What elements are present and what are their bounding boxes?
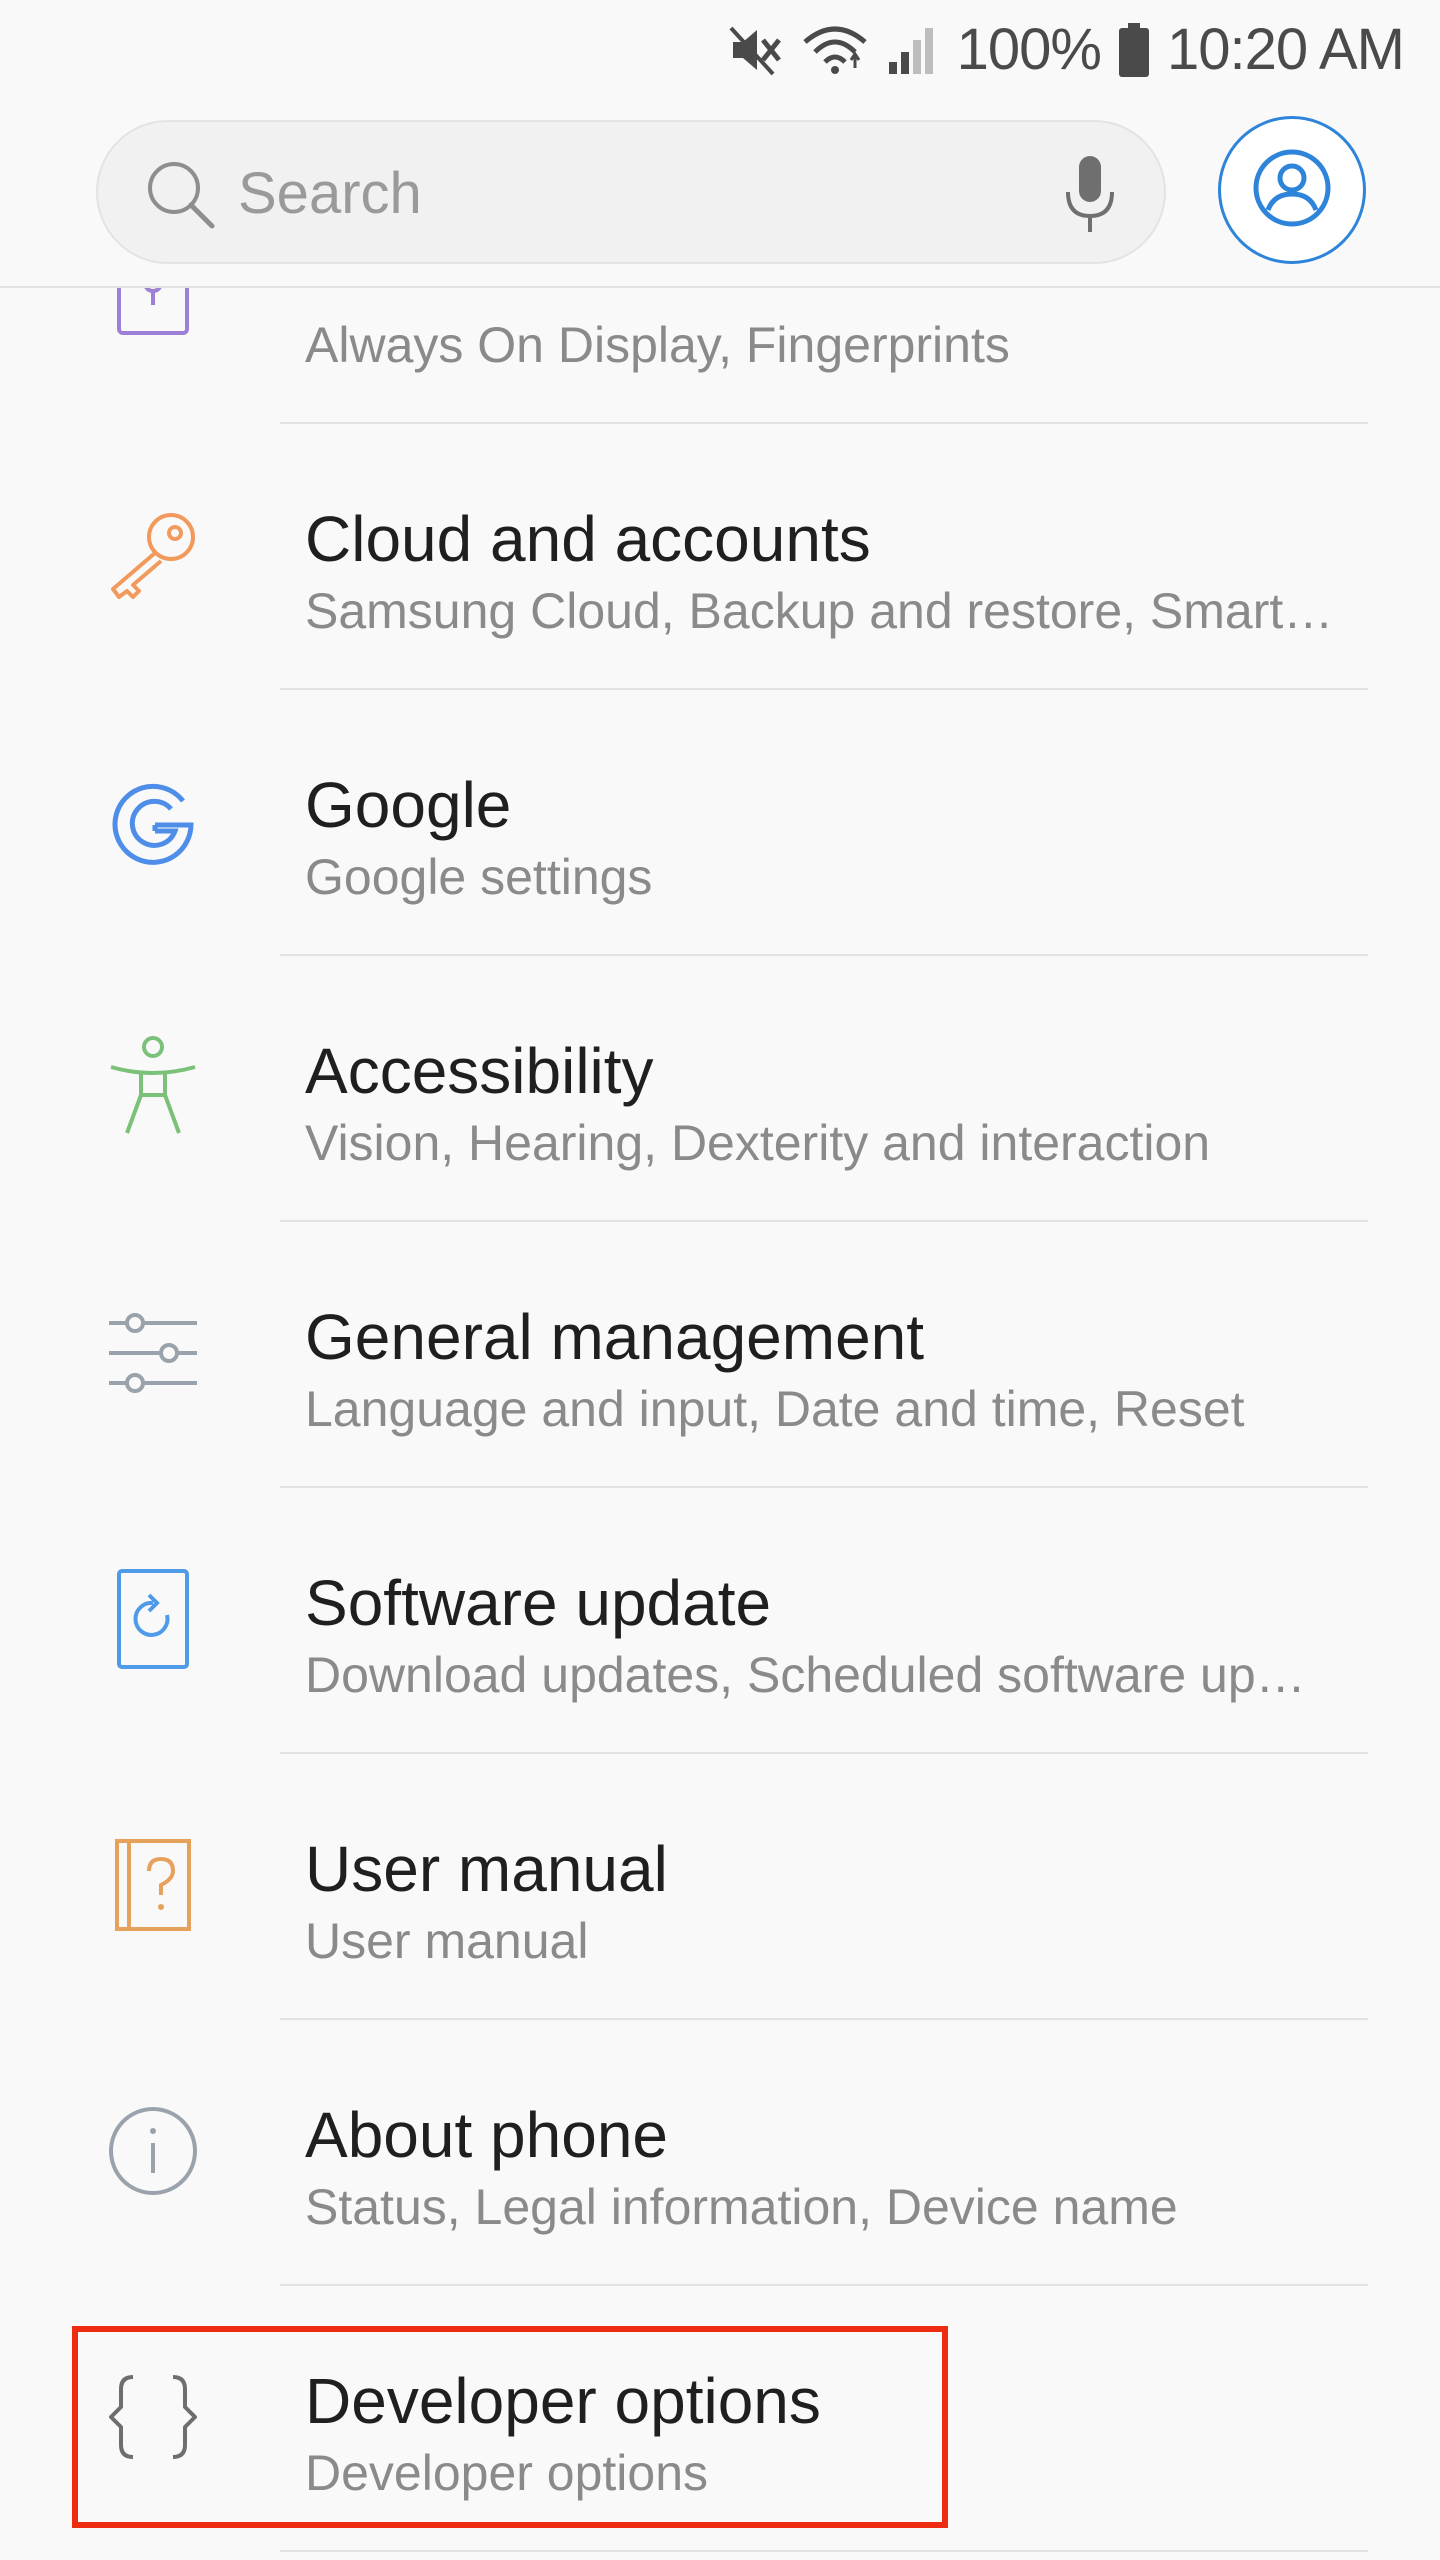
settings-item-title: Developer options	[305, 2365, 821, 2437]
accessibility-person-icon	[100, 1034, 206, 1140]
settings-item-subtitle: Google settings	[305, 849, 653, 905]
settings-item-subtitle: User manual	[305, 1913, 589, 1969]
key-icon	[100, 502, 206, 608]
profile-button[interactable]	[1218, 116, 1366, 264]
settings-item-subtitle: Always On Display, Fingerprints	[305, 317, 1010, 373]
battery-percent: 100%	[956, 17, 1102, 82]
software-update-icon	[100, 1566, 206, 1672]
sliders-icon	[100, 1300, 206, 1406]
settings-item-subtitle: Language and input, Date and time, Reset	[305, 1381, 1245, 1437]
search-input[interactable]	[236, 122, 1020, 264]
divider	[280, 2550, 1368, 2552]
settings-item-cloud-and-accounts[interactable]: Cloud and accounts Samsung Cloud, Backup…	[0, 424, 1440, 690]
settings-item-title: Google	[305, 769, 512, 841]
settings-item-title: About phone	[305, 2099, 668, 2171]
settings-list: Always On Display, Fingerprints Cloud an…	[0, 288, 1440, 2560]
google-g-icon	[100, 768, 206, 874]
settings-item-subtitle: Download updates, Scheduled software up…	[305, 1647, 1306, 1703]
search-header	[0, 100, 1440, 288]
settings-item-google[interactable]: Google Google settings	[0, 690, 1440, 956]
settings-item-accessibility[interactable]: Accessibility Vision, Hearing, Dexterity…	[0, 956, 1440, 1222]
settings-item-title: Cloud and accounts	[305, 503, 871, 575]
settings-item-title: Software update	[305, 1567, 772, 1639]
settings-item-user-manual[interactable]: User manual User manual	[0, 1754, 1440, 2020]
search-bar[interactable]	[96, 120, 1166, 264]
curly-braces-icon	[100, 2364, 206, 2470]
clock: 10:20 AM	[1166, 17, 1405, 82]
settings-item-general-management[interactable]: General management Language and input, D…	[0, 1222, 1440, 1488]
settings-item-subtitle: Developer options	[305, 2445, 709, 2501]
settings-item-about-phone[interactable]: About phone Status, Legal information, D…	[0, 2020, 1440, 2286]
mute-icon	[727, 24, 783, 76]
status-bar: 100% 10:20 AM	[0, 0, 1440, 100]
settings-item-developer-options[interactable]: Developer options Developer options	[0, 2286, 1440, 2552]
settings-item-title: General management	[305, 1301, 925, 1373]
settings-item-subtitle: Vision, Hearing, Dexterity and interacti…	[305, 1115, 1211, 1171]
user-manual-book-icon	[100, 1832, 206, 1938]
account-circle-icon	[1252, 148, 1332, 233]
settings-item-title: Accessibility	[305, 1035, 654, 1107]
settings-item-lock-screen-security[interactable]: Always On Display, Fingerprints	[0, 288, 1440, 424]
battery-icon	[1118, 23, 1149, 77]
info-circle-icon	[100, 2098, 206, 2204]
settings-item-subtitle: Status, Legal information, Device name	[305, 2179, 1178, 2235]
wifi-icon	[801, 24, 869, 76]
settings-item-subtitle: Samsung Cloud, Backup and restore, Smart…	[305, 583, 1334, 639]
cell-signal-icon	[887, 24, 939, 76]
microphone-icon[interactable]	[1060, 154, 1120, 239]
settings-item-title: User manual	[305, 1833, 668, 1905]
search-icon	[144, 158, 216, 235]
lock-screen-security-icon	[100, 288, 206, 342]
settings-item-software-update[interactable]: Software update Download updates, Schedu…	[0, 1488, 1440, 1754]
